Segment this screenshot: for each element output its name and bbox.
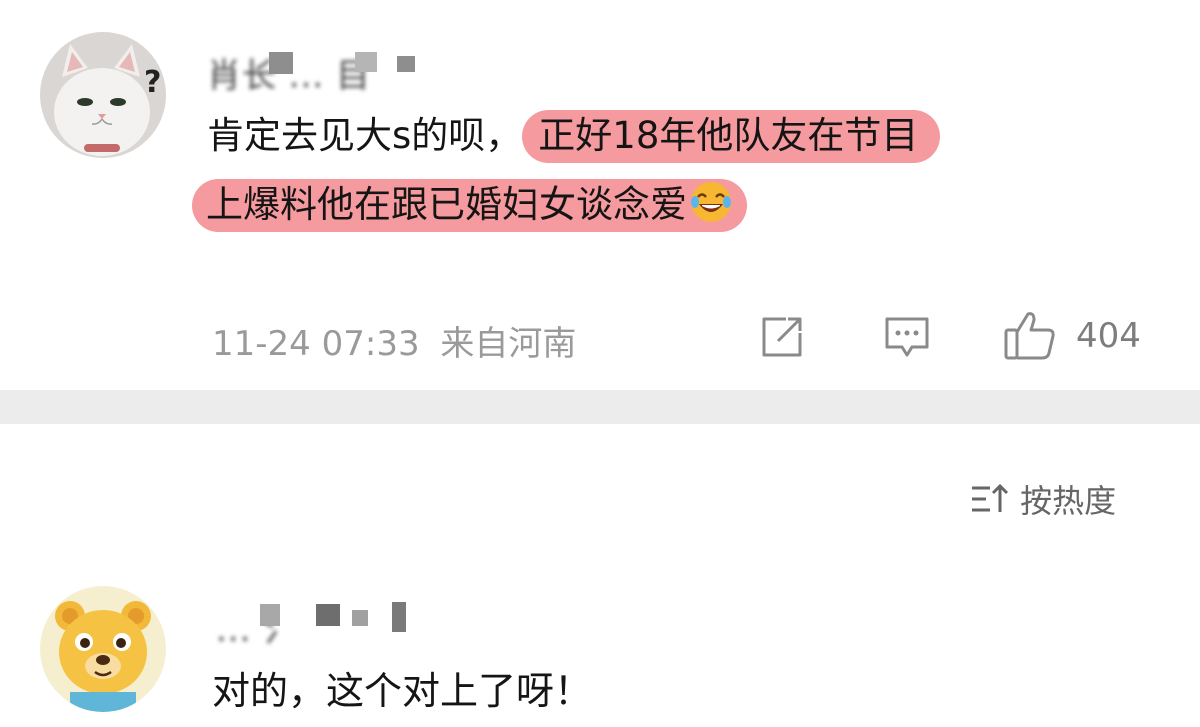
comment-meta: 11-24 07:33 来自河南 xyxy=(212,316,576,365)
username-obscured[interactable]: 肖长 ... 目 xyxy=(207,46,422,96)
avatar-cat[interactable]: ? xyxy=(40,32,166,158)
cat-avatar-icon: ? xyxy=(40,32,166,158)
sort-label: 按热度 xyxy=(1020,482,1117,520)
avatar-bear[interactable] xyxy=(40,586,166,712)
comment-text-2: 对的，这个对上了呀！ xyxy=(212,669,593,713)
section-divider xyxy=(0,390,1200,424)
comment-bubble-icon xyxy=(885,317,929,357)
reply-button[interactable] xyxy=(882,313,932,361)
timestamp: 11-24 07:33 xyxy=(212,324,420,364)
like-button[interactable] xyxy=(1002,308,1058,362)
highlighted-text-1: 正好18年他队友在节目 xyxy=(522,110,941,163)
like-count: 404 xyxy=(1076,316,1141,356)
sort-button[interactable]: 按热度 xyxy=(968,476,1116,522)
comment-text-plain: 肯定去见大s的呗， xyxy=(207,114,523,157)
location: 来自河南 xyxy=(440,324,577,364)
svg-text:?: ? xyxy=(144,65,161,100)
laughing-tears-emoji-icon xyxy=(691,182,731,222)
highlighted-text-2-label: 上爆料他在跟已婚妇女谈念爱 xyxy=(206,183,687,226)
bear-avatar-icon xyxy=(40,586,166,712)
share-button[interactable] xyxy=(758,313,806,361)
comment-text-line-2: 上爆料他在跟已婚妇女谈念爱 xyxy=(192,173,747,237)
highlighted-text-2: 上爆料他在跟已婚妇女谈念爱 xyxy=(192,179,747,232)
thumbs-up-icon xyxy=(1004,312,1055,360)
sort-icon xyxy=(972,483,1009,512)
username-obscured-2[interactable]: ... 氵 xyxy=(216,600,416,650)
share-icon xyxy=(762,317,802,357)
comment-text-line-1: 肯定去见大s的呗， 正好18年他队友在节目 xyxy=(207,104,941,168)
